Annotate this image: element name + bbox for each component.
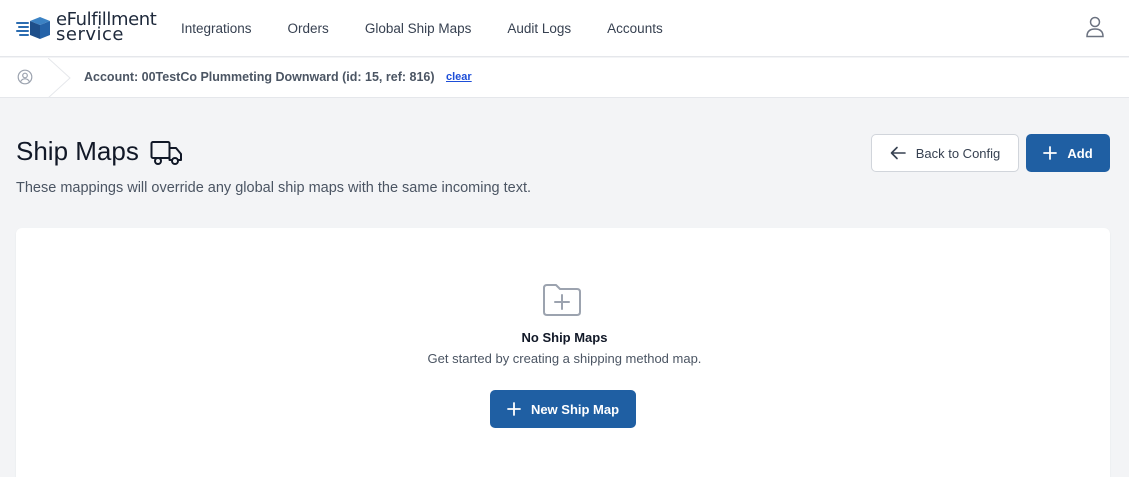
clear-account-link[interactable]: clear — [446, 71, 472, 83]
back-to-config-button[interactable]: Back to Config — [871, 134, 1019, 172]
add-label: Add — [1067, 145, 1093, 161]
nav-item-accounts[interactable]: Accounts — [607, 21, 663, 36]
nav-item-orders[interactable]: Orders — [288, 21, 329, 36]
empty-state-title: No Ship Maps — [521, 330, 608, 345]
nav-menu: Integrations Orders Global Ship Maps Aud… — [181, 0, 699, 57]
arrow-left-icon — [890, 146, 906, 160]
top-nav: eFulfillment service Integrations Orders… — [0, 0, 1129, 57]
new-ship-map-label: New Ship Map — [530, 401, 620, 417]
page-title: Ship Maps — [16, 136, 139, 166]
user-circle-icon[interactable] — [17, 69, 33, 85]
plus-icon — [507, 402, 521, 416]
plus-icon — [1043, 146, 1058, 160]
user-icon[interactable] — [1085, 16, 1105, 38]
folder-plus-icon — [543, 284, 581, 316]
brand-text: eFulfillment service — [56, 11, 157, 45]
brand-logo[interactable]: eFulfillment service — [16, 11, 157, 45]
brand-line-2: service — [56, 24, 124, 45]
nav-item-audit-logs[interactable]: Audit Logs — [507, 21, 571, 36]
empty-state-message: Get started by creating a shipping metho… — [427, 351, 702, 366]
breadcrumb-account: Account: 00TestCo Plummeting Downward (i… — [84, 70, 435, 84]
breadcrumb: Account: 00TestCo Plummeting Downward (i… — [0, 58, 1129, 98]
page-subtitle: These mappings will override any global … — [16, 180, 531, 196]
new-ship-map-button[interactable]: New Ship Map — [490, 390, 636, 428]
box-icon — [16, 17, 50, 39]
nav-item-integrations[interactable]: Integrations — [181, 21, 252, 36]
truck-icon — [150, 141, 182, 165]
nav-item-global-ship-maps[interactable]: Global Ship Maps — [365, 21, 472, 36]
add-button[interactable]: Add — [1026, 134, 1110, 172]
back-to-config-label: Back to Config — [915, 145, 1001, 161]
breadcrumb-separator-icon — [48, 58, 71, 98]
